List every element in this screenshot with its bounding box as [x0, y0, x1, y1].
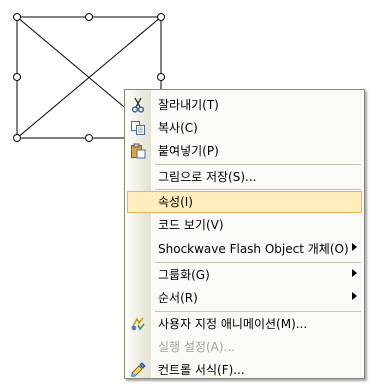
resize-handle-bottom-middle — [85, 134, 93, 142]
menu-item-label: Shockwave Flash Object 개체(O) — [158, 242, 349, 256]
copy-icon — [130, 120, 146, 136]
submenu-arrow-icon — [352, 269, 357, 277]
submenu-arrow-icon — [352, 292, 357, 300]
resize-handle-middle-left — [13, 73, 21, 81]
resize-handle-middle-right — [157, 73, 165, 81]
menu-item-shockwave-object[interactable]: Shockwave Flash Object 개체(O) — [127, 238, 362, 260]
menu-item-label: 사용자 지정 애니메이션(M)... — [158, 317, 308, 331]
menu-item-save-as-picture[interactable]: 그림으로 저장(S)... — [127, 166, 362, 188]
format-control-icon — [130, 362, 146, 378]
menu-item-custom-animation[interactable]: 사용자 지정 애니메이션(M)... — [127, 313, 362, 335]
menu-item-copy[interactable]: 복사(C) — [127, 117, 362, 139]
resize-handle-bottom-left — [13, 134, 21, 142]
menu-separator — [155, 164, 361, 165]
menu-item-label: 붙여넣기(P) — [158, 144, 219, 158]
menu-item-format-control[interactable]: 컨트롤 서식(F)... — [127, 359, 362, 381]
resize-handle-top-right — [157, 13, 165, 21]
menu-item-paste[interactable]: 붙여넣기(P) — [127, 140, 362, 162]
paste-icon — [130, 143, 146, 159]
menu-item-action-settings: 실행 설정(A)... — [127, 336, 362, 358]
menu-item-order[interactable]: 순서(R) — [127, 287, 362, 309]
menu-item-properties[interactable]: 속성(I) — [127, 191, 362, 213]
menu-separator — [155, 189, 361, 190]
menu-separator — [155, 311, 361, 312]
menu-item-group[interactable]: 그룹화(G) — [127, 264, 362, 286]
menu-item-view-code[interactable]: 코드 보기(V) — [127, 214, 362, 236]
menu-item-label: 속성(I) — [158, 195, 193, 209]
custom-animation-icon — [130, 316, 146, 332]
resize-handle-top-middle — [85, 13, 93, 21]
context-menu: 잘라내기(T) 복사(C) 붙여넣기(P) 그림으로 저장(S)... 속성(I… — [124, 89, 365, 379]
menu-item-label: 컨트롤 서식(F)... — [158, 363, 245, 377]
menu-item-cut[interactable]: 잘라내기(T) — [127, 94, 362, 116]
menu-item-label: 잘라내기(T) — [158, 98, 219, 112]
menu-item-label: 순서(R) — [158, 291, 198, 305]
menu-item-label: 그림으로 저장(S)... — [158, 170, 257, 184]
scissors-icon — [130, 97, 146, 113]
menu-item-label: 코드 보기(V) — [158, 218, 224, 232]
menu-separator — [155, 262, 361, 263]
menu-item-label: 실행 설정(A)... — [158, 340, 235, 354]
submenu-arrow-icon — [352, 243, 357, 251]
menu-item-label: 복사(C) — [158, 121, 198, 135]
resize-handle-top-left — [13, 13, 21, 21]
menu-item-label: 그룹화(G) — [158, 268, 210, 282]
